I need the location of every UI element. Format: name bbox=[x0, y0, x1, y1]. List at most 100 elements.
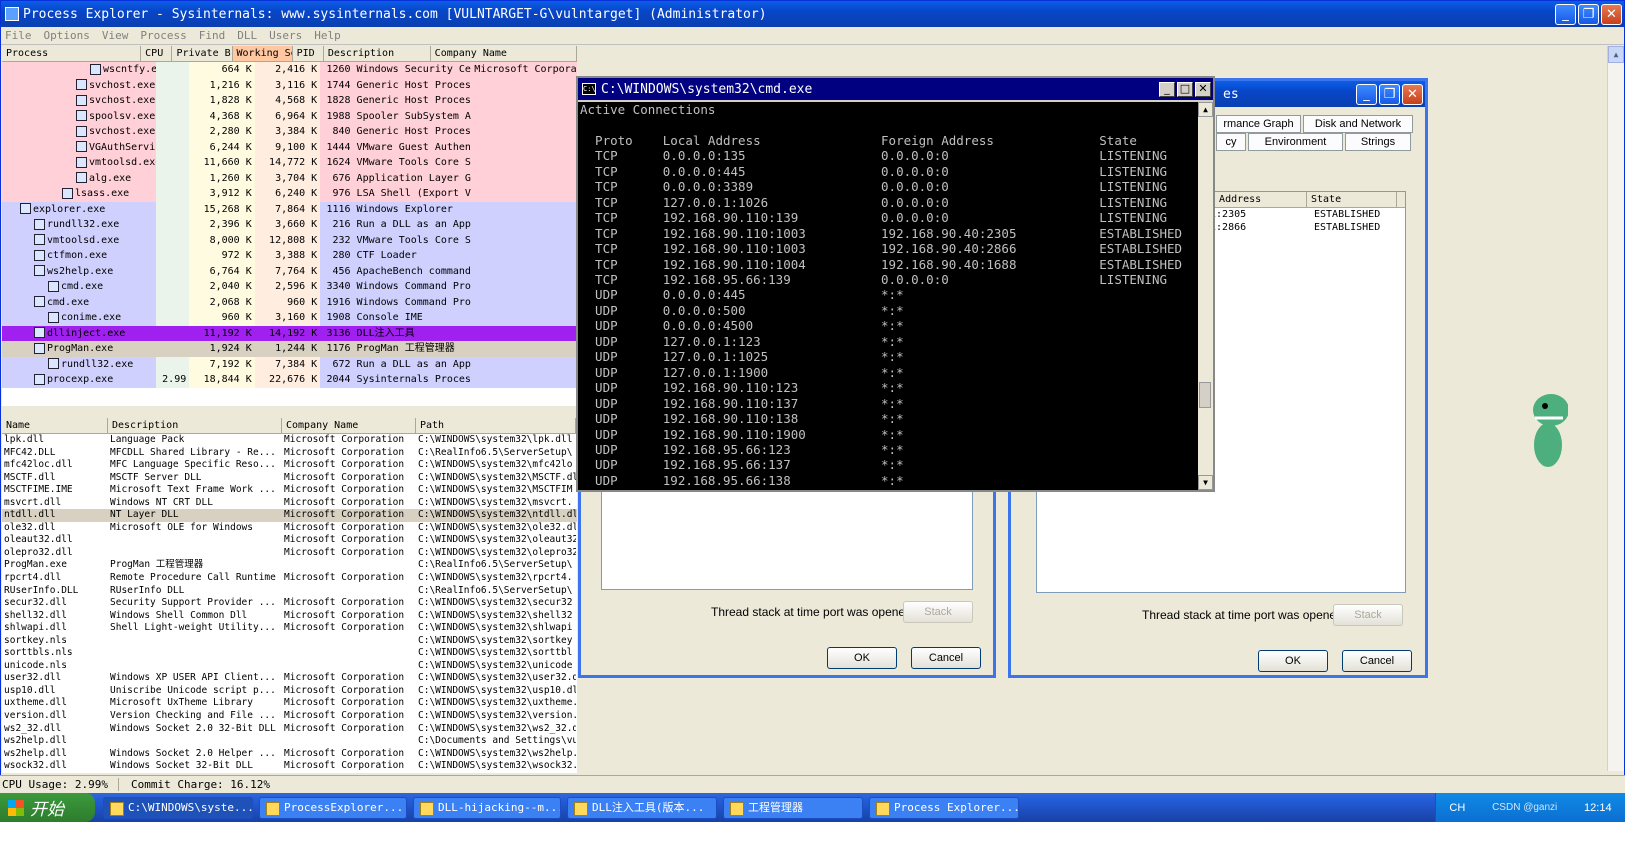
taskbar-task[interactable]: Process Explorer... bbox=[869, 796, 1019, 819]
process-row[interactable]: procexp.exe 2.99 18,844 K 22,676 K 2044 Sysin… bbox=[2, 372, 577, 388]
dll-row[interactable]: msvcrt.dll Windows NT CRT DLL Microsoft Co… bbox=[2, 497, 577, 510]
main-titlebar[interactable]: Process Explorer - Sysinternals: www.sys… bbox=[1, 1, 1624, 27]
process-row[interactable]: cmd.exe 2,040 K 2,596 K 3340 Windows Command… bbox=[2, 279, 577, 295]
cmd-window[interactable]: C:\ C:\WINDOWS\system32\cmd.exe _ □ ✕ Ac… bbox=[576, 76, 1215, 492]
right-dialog-close-button[interactable]: ✕ bbox=[1402, 83, 1423, 105]
scroll-down-icon[interactable]: ▼ bbox=[1198, 475, 1213, 490]
process-row[interactable]: svchost.exe 1,216 K 3,116 K 1744 Generic Hos… bbox=[2, 77, 577, 93]
cancel-button[interactable]: Cancel bbox=[1342, 650, 1412, 672]
col-company-name[interactable]: Company Name bbox=[431, 46, 577, 61]
process-row[interactable]: rundll32.exe 7,192 K 7,384 K 672 Run a DLL a… bbox=[2, 356, 577, 372]
taskbar-task[interactable]: C:\WINDOWS\syste... bbox=[103, 796, 253, 819]
dll-col-path[interactable]: Path bbox=[416, 418, 576, 433]
scroll-up-icon[interactable]: ▲ bbox=[1198, 102, 1213, 117]
process-row[interactable]: cmd.exe 2,068 K 960 K 1916 Windows Command P… bbox=[2, 294, 577, 310]
menu-find[interactable]: Find bbox=[199, 29, 226, 42]
dll-row[interactable]: MSCTFIME.IME Microsoft Text Frame Work ..… bbox=[2, 484, 577, 497]
cmd-close-button[interactable]: ✕ bbox=[1195, 81, 1211, 97]
process-row[interactable]: alg.exe 1,260 K 3,704 K 676 Application Laye… bbox=[2, 170, 577, 186]
cmd-scrollbar[interactable]: ▲ ▼ bbox=[1198, 102, 1213, 490]
right-dialog-maximize-button[interactable]: ❐ bbox=[1379, 83, 1400, 105]
process-row[interactable]: vmtoolsd.exe 8,000 K 12,808 K 232 VMware Too… bbox=[2, 232, 577, 248]
taskbar-task[interactable]: DLL注入工具(版本... bbox=[567, 796, 717, 819]
dll-row[interactable]: unicode.nls C:\WINDOWS\system32\unicode bbox=[2, 660, 577, 673]
dll-row[interactable]: rpcrt4.dll Remote Procedure Call Runtime M… bbox=[2, 572, 577, 585]
minimize-button[interactable]: _ bbox=[1555, 3, 1576, 25]
process-row[interactable]: svchost.exe 1,828 K 4,568 K 1828 Generic Hos… bbox=[2, 93, 577, 109]
menu-process[interactable]: Process bbox=[140, 29, 186, 42]
cancel-button[interactable]: Cancel bbox=[911, 647, 981, 669]
process-row[interactable]: wscntfy.exe 664 K2,416 K1260Windows Secur… bbox=[2, 62, 577, 78]
menu-view[interactable]: View bbox=[102, 29, 129, 42]
stack-button[interactable]: Stack bbox=[903, 601, 973, 623]
stack-button[interactable]: Stack bbox=[1333, 604, 1403, 626]
ok-button[interactable]: OK bbox=[827, 647, 897, 669]
process-table[interactable]: ProcessCPUPrivate B...Working SetPIDDesc… bbox=[2, 46, 577, 406]
taskbar-task[interactable]: ProcessExplorer... bbox=[259, 796, 407, 819]
tab-environment[interactable]: Environment bbox=[1248, 133, 1343, 151]
col-process[interactable]: Process bbox=[2, 46, 142, 61]
ok-button[interactable]: OK bbox=[1258, 650, 1328, 672]
dll-row[interactable]: olepro32.dll Microsoft Corporation C:\WIND… bbox=[2, 547, 577, 560]
start-button[interactable]: 开始 bbox=[0, 793, 95, 822]
dll-row[interactable]: wsock32.dll Windows Socket 32-Bit DLL Micr… bbox=[2, 760, 577, 773]
cmd-maximize-button[interactable]: □ bbox=[1177, 81, 1193, 97]
dll-row[interactable]: usp10.dll Uniscribe Unicode script p... Mi… bbox=[2, 685, 577, 698]
dll-row[interactable]: MFC42.DLL MFCDLL Shared Library - Re... Mi… bbox=[2, 447, 577, 460]
dll-col-description[interactable]: Description bbox=[108, 418, 282, 433]
dll-row[interactable]: ntdll.dll NT Layer DLL Microsoft Corporati… bbox=[2, 509, 577, 522]
dll-row[interactable]: ws2help.dll C:\Documents and Settings\vul… bbox=[2, 735, 577, 748]
process-row[interactable]: vmtoolsd.exe 11,660 K 14,772 K 1624 VMware T… bbox=[2, 155, 577, 171]
col-description[interactable]: Description bbox=[324, 46, 431, 61]
dll-row[interactable]: version.dll Version Checking and File ...… bbox=[2, 710, 577, 723]
dll-row[interactable]: RUserInfo.DLL RUserInfo DLL C:\RealInfo6.5… bbox=[2, 585, 577, 598]
main-vertical-scrollbar[interactable]: ▲ bbox=[1607, 46, 1624, 771]
dll-row[interactable]: MSCTF.dll MSCTF Server DLL Microsoft Corpo… bbox=[2, 472, 577, 485]
cmd-titlebar[interactable]: C:\ C:\WINDOWS\system32\cmd.exe _ □ ✕ bbox=[578, 78, 1213, 100]
taskbar-task[interactable]: DLL-hijacking--m... bbox=[413, 796, 561, 819]
process-row[interactable]: conime.exe 960 K 3,160 K 1908 Console IME bbox=[2, 310, 577, 326]
dll-row[interactable]: ole32.dll Microsoft OLE for Windows Micros… bbox=[2, 522, 577, 535]
process-row[interactable]: rundll32.exe 2,396 K 3,660 K 216 Run a DLL a… bbox=[2, 217, 577, 233]
dll-row[interactable]: ws2_32.dll Windows Socket 2.0 32-Bit DLL M… bbox=[2, 723, 577, 736]
menu-file[interactable]: File bbox=[5, 29, 32, 42]
dll-row[interactable]: oleaut32.dll Microsoft Corporation C:\WIND… bbox=[2, 534, 577, 547]
dll-row[interactable]: mfc42loc.dll MFC Language Specific Reso..… bbox=[2, 459, 577, 472]
maximize-button[interactable]: ❐ bbox=[1578, 3, 1599, 25]
dll-row[interactable]: ProgMan.exe ProgMan 工程管理器 C:\RealInfo6.5\S… bbox=[2, 559, 577, 572]
tab-strings[interactable]: Strings bbox=[1345, 133, 1411, 151]
process-row[interactable]: VGAuthService... 6,244 K9,100 K1444VMware… bbox=[2, 139, 577, 155]
console-output[interactable]: Active Connections Proto Local Address F… bbox=[578, 102, 1198, 490]
scroll-thumb[interactable] bbox=[1199, 382, 1211, 408]
process-row[interactable]: ws2help.exe 6,764 K 7,764 K 456 ApacheBench … bbox=[2, 263, 577, 279]
scroll-up-icon[interactable]: ▲ bbox=[1608, 46, 1624, 63]
dll-row[interactable]: sortkey.nls C:\WINDOWS\system32\sortkey bbox=[2, 635, 577, 648]
taskbar-task[interactable]: 工程管理器 bbox=[723, 796, 863, 819]
dll-table[interactable]: Name Description Company Name Path lpk.dll L… bbox=[2, 418, 577, 773]
process-row[interactable]: ProgMan.exe 1,924 K 1,244 K 1176 ProgMan 工程管… bbox=[2, 341, 577, 357]
menu-users[interactable]: Users bbox=[269, 29, 302, 42]
dll-row[interactable]: lpk.dll Language Pack Microsoft Corporatio… bbox=[2, 434, 577, 447]
dll-col-name[interactable]: Name bbox=[2, 418, 108, 433]
tab-disk-and-network[interactable]: Disk and Network bbox=[1303, 115, 1413, 133]
cmd-minimize-button[interactable]: _ bbox=[1159, 81, 1175, 97]
dll-row[interactable]: shlwapi.dll Shell Light-weight Utility...… bbox=[2, 622, 577, 635]
dll-row[interactable]: user32.dll Windows XP USER API Client... M… bbox=[2, 672, 577, 685]
tab-security[interactable]: cy bbox=[1216, 133, 1246, 151]
menu-dll[interactable]: DLL bbox=[237, 29, 257, 42]
col-state[interactable]: State bbox=[1307, 192, 1397, 207]
process-row[interactable]: svchost.exe 2,280 K 3,384 K 840 Generic Host… bbox=[2, 124, 577, 140]
process-row[interactable]: ctfmon.exe 972 K 3,388 K 280 CTF Loader bbox=[2, 248, 577, 264]
menu-options[interactable]: Options bbox=[44, 29, 90, 42]
menu-help[interactable]: Help bbox=[314, 29, 341, 42]
dll-row[interactable]: secur32.dll Security Support Provider ...… bbox=[2, 597, 577, 610]
dll-row[interactable]: sorttbls.nls C:\WINDOWS\system32\sorttbl bbox=[2, 647, 577, 660]
language-indicator[interactable]: CH bbox=[1449, 802, 1465, 814]
dll-row[interactable]: ws2help.dll Windows Socket 2.0 Helper ...… bbox=[2, 748, 577, 761]
process-row[interactable]: dllinject.exe 11,192 K 14,192 K 3136 DLL注入工具 bbox=[2, 325, 577, 341]
col-private-b[interactable]: Private B... bbox=[172, 46, 233, 61]
col-pid[interactable]: PID bbox=[293, 46, 324, 61]
tab-performance-graph[interactable]: rmance Graph bbox=[1216, 115, 1301, 133]
col-working-set[interactable]: Working Set bbox=[232, 46, 293, 61]
dll-col-company-name[interactable]: Company Name bbox=[282, 418, 416, 433]
